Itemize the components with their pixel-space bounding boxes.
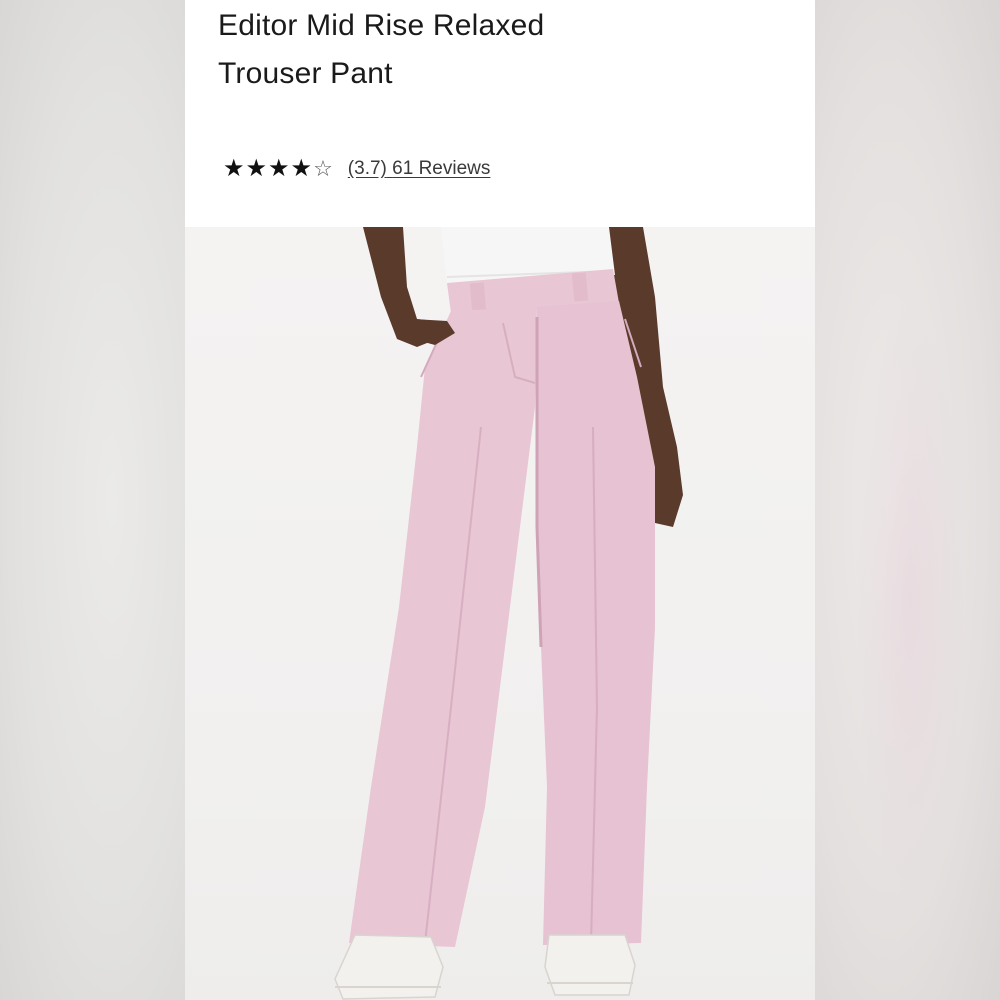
star-filled-icon: ★ [290, 155, 313, 182]
blurred-background-left [0, 0, 185, 1000]
blurred-background-right [815, 0, 1000, 1000]
star-filled-icon: ★ [245, 155, 268, 182]
reviews-link[interactable]: (3.7) 61 Reviews [348, 158, 491, 180]
product-title-line1: Editor Mid Rise Relaxed [218, 9, 545, 42]
product-title: Editor Mid Rise Relaxed Trouser Pant [218, 2, 638, 98]
product-image [185, 227, 815, 1000]
product-card: Editor Mid Rise Relaxed Trouser Pant ★ ★… [185, 0, 815, 1000]
star-empty-icon: ☆ [313, 156, 333, 181]
review-count-text: 61 Reviews [392, 158, 491, 179]
star-rating: ★ ★ ★ ★ ☆ [223, 157, 334, 181]
product-title-line2: Trouser Pant [218, 57, 393, 90]
model-illustration [334, 227, 683, 1000]
screenshot-canvas: Editor Mid Rise Relaxed Trouser Pant ★ ★… [0, 0, 1000, 1000]
left-sneaker [334, 934, 444, 1000]
trouser-left-leg [349, 307, 537, 947]
right-sneaker [544, 934, 636, 996]
star-filled-icon: ★ [223, 155, 245, 182]
star-filled-icon: ★ [268, 155, 290, 182]
product-header: Editor Mid Rise Relaxed Trouser Pant ★ ★… [185, 0, 815, 227]
rating-value-text: (3.7) [347, 158, 387, 179]
rating-row: ★ ★ ★ ★ ☆ (3.7) 61 Reviews [223, 155, 490, 183]
